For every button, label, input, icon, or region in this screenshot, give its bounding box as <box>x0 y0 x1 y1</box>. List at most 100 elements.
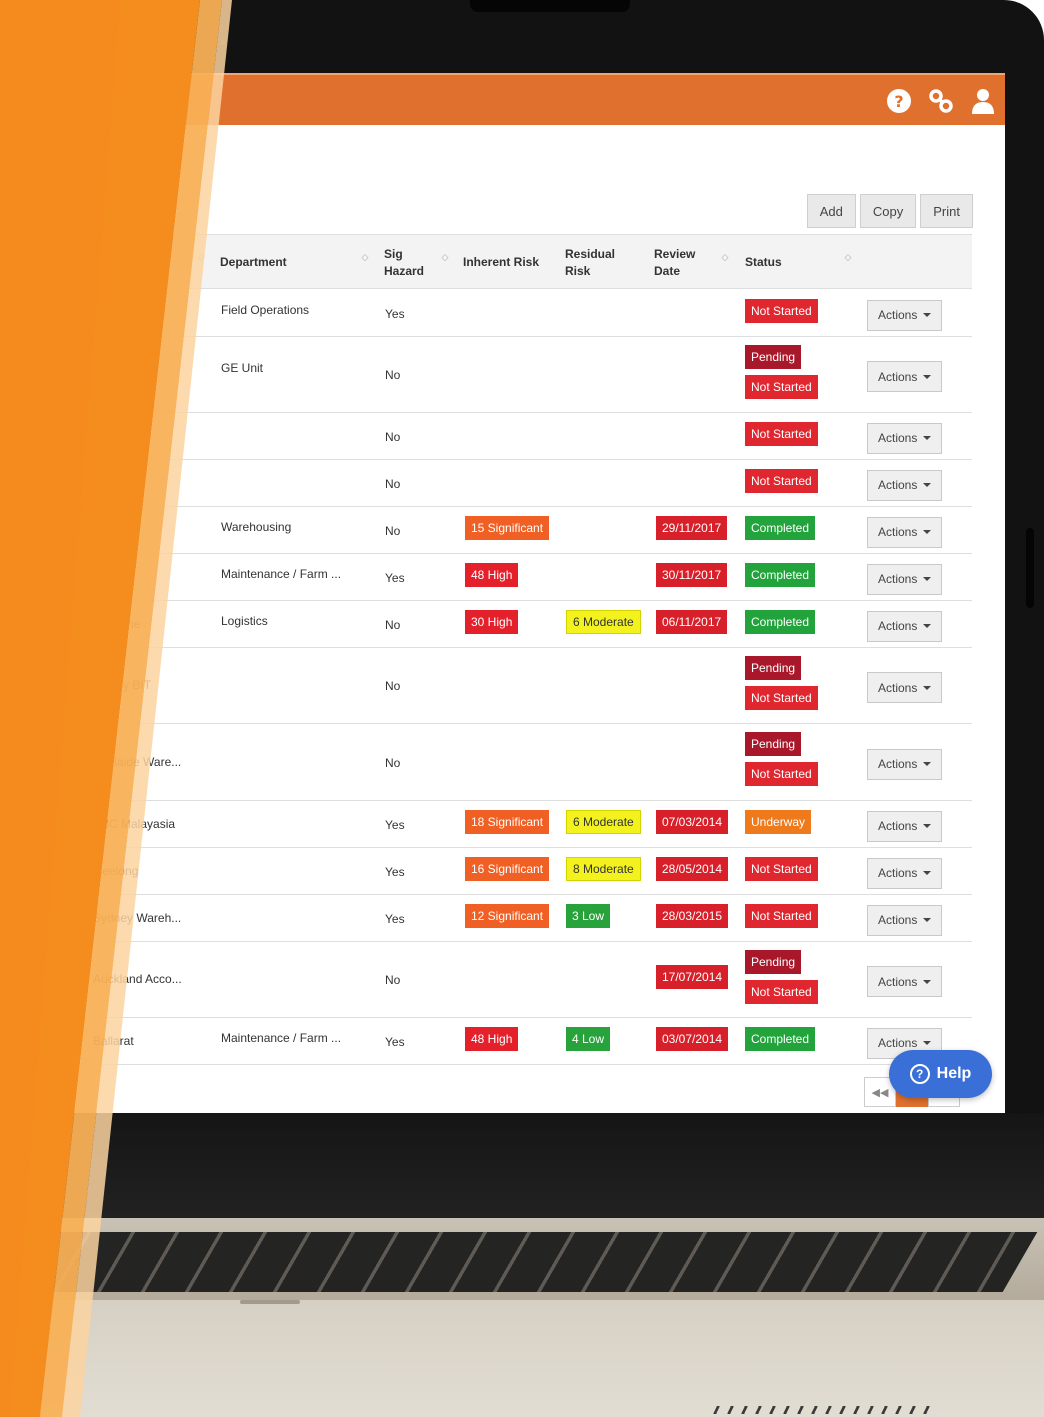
site-cell[interactable]: ...at <box>93 523 113 537</box>
inherent-risk-badge: 48 High <box>465 562 519 587</box>
camera <box>220 40 225 45</box>
actions-dropdown-button[interactable]: Actions <box>867 810 942 842</box>
table-toolbar: Add Copy Print <box>806 194 973 228</box>
status-badge: Pending <box>745 656 802 680</box>
site-cell[interactable]: Auckland Acco... <box>93 972 182 986</box>
review-date-badge: 30/11/2017 <box>656 562 728 587</box>
status-badge: Not Started <box>745 298 818 323</box>
inherent-risk-badge: 16 Significant <box>465 856 550 881</box>
link-icon[interactable] <box>927 87 955 115</box>
column-review-date[interactable]: Review Date <box>654 235 695 290</box>
site-cell[interactable]: ...rat <box>93 570 117 584</box>
actions-dropdown-button[interactable]: Actions <box>867 469 942 501</box>
residual-risk-badge: 8 Moderate <box>566 856 641 881</box>
actions-dropdown-button[interactable]: Actions <box>867 748 942 780</box>
user-icon[interactable] <box>969 87 997 115</box>
status-badge: Not Started <box>745 468 818 493</box>
residual-risk-badge: 6 Moderate <box>566 809 641 834</box>
status-badge: Completed <box>745 1026 816 1051</box>
camera-notch <box>470 0 630 12</box>
sig-hazard-cell: No <box>385 368 401 382</box>
actions-dropdown-button[interactable]: Actions <box>867 361 942 392</box>
sort-icon[interactable]: ◇ <box>843 253 853 271</box>
site-cell[interactable]: Geelong <box>93 864 138 878</box>
print-button[interactable]: Print <box>920 194 973 228</box>
help-button[interactable]: ? Help <box>889 1050 992 1098</box>
actions-dropdown-button[interactable]: Actions <box>867 516 942 548</box>
status-badge: Not Started <box>745 375 818 399</box>
site-cell[interactable]: Sydney Wareh... <box>93 911 181 925</box>
column-inherent-risk[interactable]: Inherent Risk <box>463 235 539 290</box>
actions-dropdown-button[interactable]: Actions <box>867 966 942 997</box>
department-cell: Warehousing <box>221 519 292 534</box>
review-date-badge: 07/03/2014 <box>656 809 729 834</box>
residual-risk-badge: 4 Low <box>566 1026 611 1051</box>
status-badge: Not Started <box>745 762 818 786</box>
actions-dropdown-button[interactable]: Actions <box>867 904 942 936</box>
column-status[interactable]: Status <box>745 235 782 290</box>
caret-down-icon <box>923 577 931 581</box>
site-cell[interactable]: ...are... <box>93 306 130 320</box>
caret-down-icon <box>923 918 931 922</box>
actions-label: Actions <box>878 525 918 539</box>
caret-down-icon <box>923 871 931 875</box>
add-button[interactable]: Add <box>806 194 856 228</box>
sig-hazard-cell: No <box>385 523 401 538</box>
site-cell[interactable]: Ballarat <box>93 1034 134 1048</box>
caret-down-icon <box>923 313 931 317</box>
caret-down-icon <box>923 685 931 690</box>
caret-down-icon <box>923 824 931 828</box>
sig-hazard-cell: No <box>385 679 401 693</box>
sig-hazard-cell: Yes <box>385 911 405 926</box>
sort-icon[interactable]: ◇ <box>720 253 730 271</box>
keyboard <box>12 1232 1038 1292</box>
actions-label: Actions <box>878 974 918 989</box>
status-badge: Pending <box>745 345 802 369</box>
actions-label: Actions <box>878 1036 918 1050</box>
table-row <box>0 413 972 460</box>
status-badge: Underway <box>745 809 812 834</box>
site-cell[interactable]: Adelaide Ware... <box>93 755 181 769</box>
actions-dropdown-button[interactable]: Actions <box>867 672 942 703</box>
copy-button[interactable]: Copy <box>859 194 917 228</box>
help-circle-icon[interactable]: ? <box>885 87 913 115</box>
sig-hazard-cell: No <box>385 476 401 491</box>
column-residual-risk[interactable]: Residual Risk <box>565 235 615 290</box>
sig-hazard-cell: Yes <box>385 570 405 585</box>
site-cell[interactable]: ...dney BIT <box>93 678 151 692</box>
status-badge: Not Started <box>745 903 818 928</box>
status-badge: Not Started <box>745 856 818 881</box>
side-button <box>1026 528 1034 608</box>
caret-down-icon <box>923 530 931 534</box>
caret-down-icon <box>923 624 931 628</box>
sort-icon[interactable]: ◇ <box>360 253 370 271</box>
laptop-palmrest <box>0 1300 1044 1417</box>
review-date-badge: 17/07/2014 <box>656 965 729 989</box>
inherent-risk-badge: 30 High <box>465 609 519 634</box>
actions-dropdown-button[interactable]: Actions <box>867 563 942 595</box>
site-cell[interactable]: ...cou... <box>93 367 132 381</box>
status-badge: Completed <box>745 515 816 540</box>
department-cell: Logistics <box>221 613 268 628</box>
department-cell: Maintenance / Farm ... <box>221 1030 342 1045</box>
actions-label: Actions <box>878 369 918 384</box>
department-cell: Field Operations <box>221 302 310 317</box>
laptop-hinge <box>0 1113 1044 1223</box>
sig-hazard-cell: No <box>385 617 401 632</box>
review-date-badge: 28/03/2015 <box>656 903 729 928</box>
caret-down-icon <box>923 374 931 379</box>
actions-dropdown-button[interactable]: Actions <box>867 299 942 331</box>
actions-dropdown-button[interactable]: Actions <box>867 857 942 889</box>
column-sig-hazard[interactable]: Sig Hazard <box>384 235 424 290</box>
site-cell[interactable]: ABC Malayasia <box>93 817 175 831</box>
review-date-badge: 29/11/2017 <box>656 515 728 540</box>
sort-icon[interactable]: ◇ <box>196 253 206 271</box>
sort-icon[interactable]: ◇ <box>440 253 450 271</box>
column-department[interactable]: Department <box>220 235 287 290</box>
status-badge: Pending <box>745 732 802 756</box>
actions-dropdown-button[interactable]: Actions <box>867 422 942 454</box>
actions-dropdown-button[interactable]: Actions <box>867 610 942 642</box>
status-badge: Completed <box>745 609 816 634</box>
site-cell[interactable]: ...bourne <box>93 617 140 631</box>
residual-risk-badge: 6 Moderate <box>566 609 641 634</box>
